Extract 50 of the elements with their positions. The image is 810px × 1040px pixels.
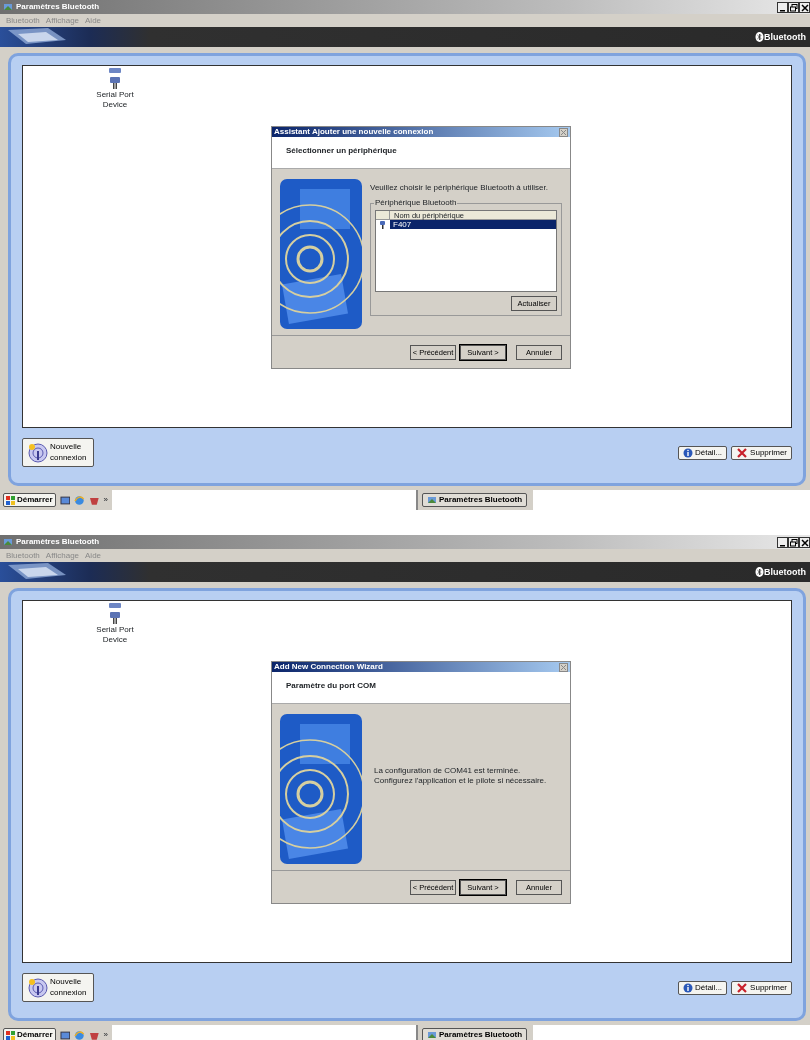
window-title: Paramètres Bluetooth [16, 537, 100, 547]
taskbar-window-button[interactable]: Paramètres Bluetooth [422, 493, 528, 507]
new-connection-button[interactable]: Nouvelle connexion [22, 438, 94, 467]
start-button[interactable]: Démarrer [3, 1028, 56, 1040]
cross-icon [736, 982, 749, 993]
dialog-heading: Paramètre du port COM [286, 681, 376, 691]
app-icon [427, 1030, 437, 1040]
start-button[interactable]: Démarrer [3, 493, 56, 507]
device-label[interactable]: Serial Port Device [93, 90, 137, 110]
detail-button[interactable]: Détail... [677, 980, 728, 995]
window-title: Paramètres Bluetooth [16, 2, 100, 12]
more-chevron[interactable]: » [103, 1030, 108, 1040]
close-icon[interactable] [800, 2, 809, 12]
cross-icon [736, 447, 749, 458]
message-text: La configuration de COM41 est terminée. [374, 766, 522, 776]
taskbar-window-button[interactable]: Paramètres Bluetooth [422, 1028, 528, 1040]
info-icon [682, 447, 693, 458]
antenna-icon [28, 977, 48, 998]
desktop-icon[interactable] [59, 1029, 71, 1040]
brand-label: Bluetooth [764, 566, 806, 578]
detail-button[interactable]: Détail... [677, 445, 728, 460]
serial-port-icon[interactable] [108, 68, 122, 90]
instruction-text: Veuillez choisir le périphérique Bluetooth à utiliser. [370, 183, 549, 193]
message-text: Configurez l'application et le pilote si nécessaire. [374, 775, 548, 786]
new-connection-button[interactable]: Nouvelle connexion [22, 973, 94, 1002]
device-label[interactable]: Serial Port Device [93, 625, 137, 645]
delete-button[interactable]: Supprimer [731, 980, 792, 995]
info-icon [682, 982, 693, 993]
serial-port-icon[interactable] [108, 603, 122, 625]
bluetooth-logo-icon [755, 567, 764, 577]
dialog-heading: Sélectionner un périphérique [286, 146, 397, 156]
close-icon[interactable] [800, 537, 809, 547]
app-icon [3, 2, 13, 12]
antenna-icon [28, 442, 48, 463]
brand-label: Bluetooth [764, 31, 806, 43]
bluetooth-logo-icon [755, 32, 764, 42]
restore-icon[interactable] [789, 2, 798, 12]
windows-logo-icon [6, 1030, 15, 1040]
dialog-title: Add New Connection Wizard [274, 662, 383, 672]
restore-icon[interactable] [789, 537, 798, 547]
app-icon [3, 537, 13, 547]
dialog-title: Assistant Ajouter une nouvelle connexion [274, 127, 434, 137]
laptop-drawing [8, 563, 68, 581]
laptop-drawing [8, 28, 68, 46]
windows-logo-icon [6, 495, 15, 505]
more-chevron[interactable]: » [103, 495, 108, 505]
group-label: Périphérique Bluetooth [374, 197, 458, 208]
desktop-icon[interactable] [59, 494, 71, 506]
app-icon [427, 495, 437, 505]
delete-button[interactable]: Supprimer [731, 445, 792, 460]
